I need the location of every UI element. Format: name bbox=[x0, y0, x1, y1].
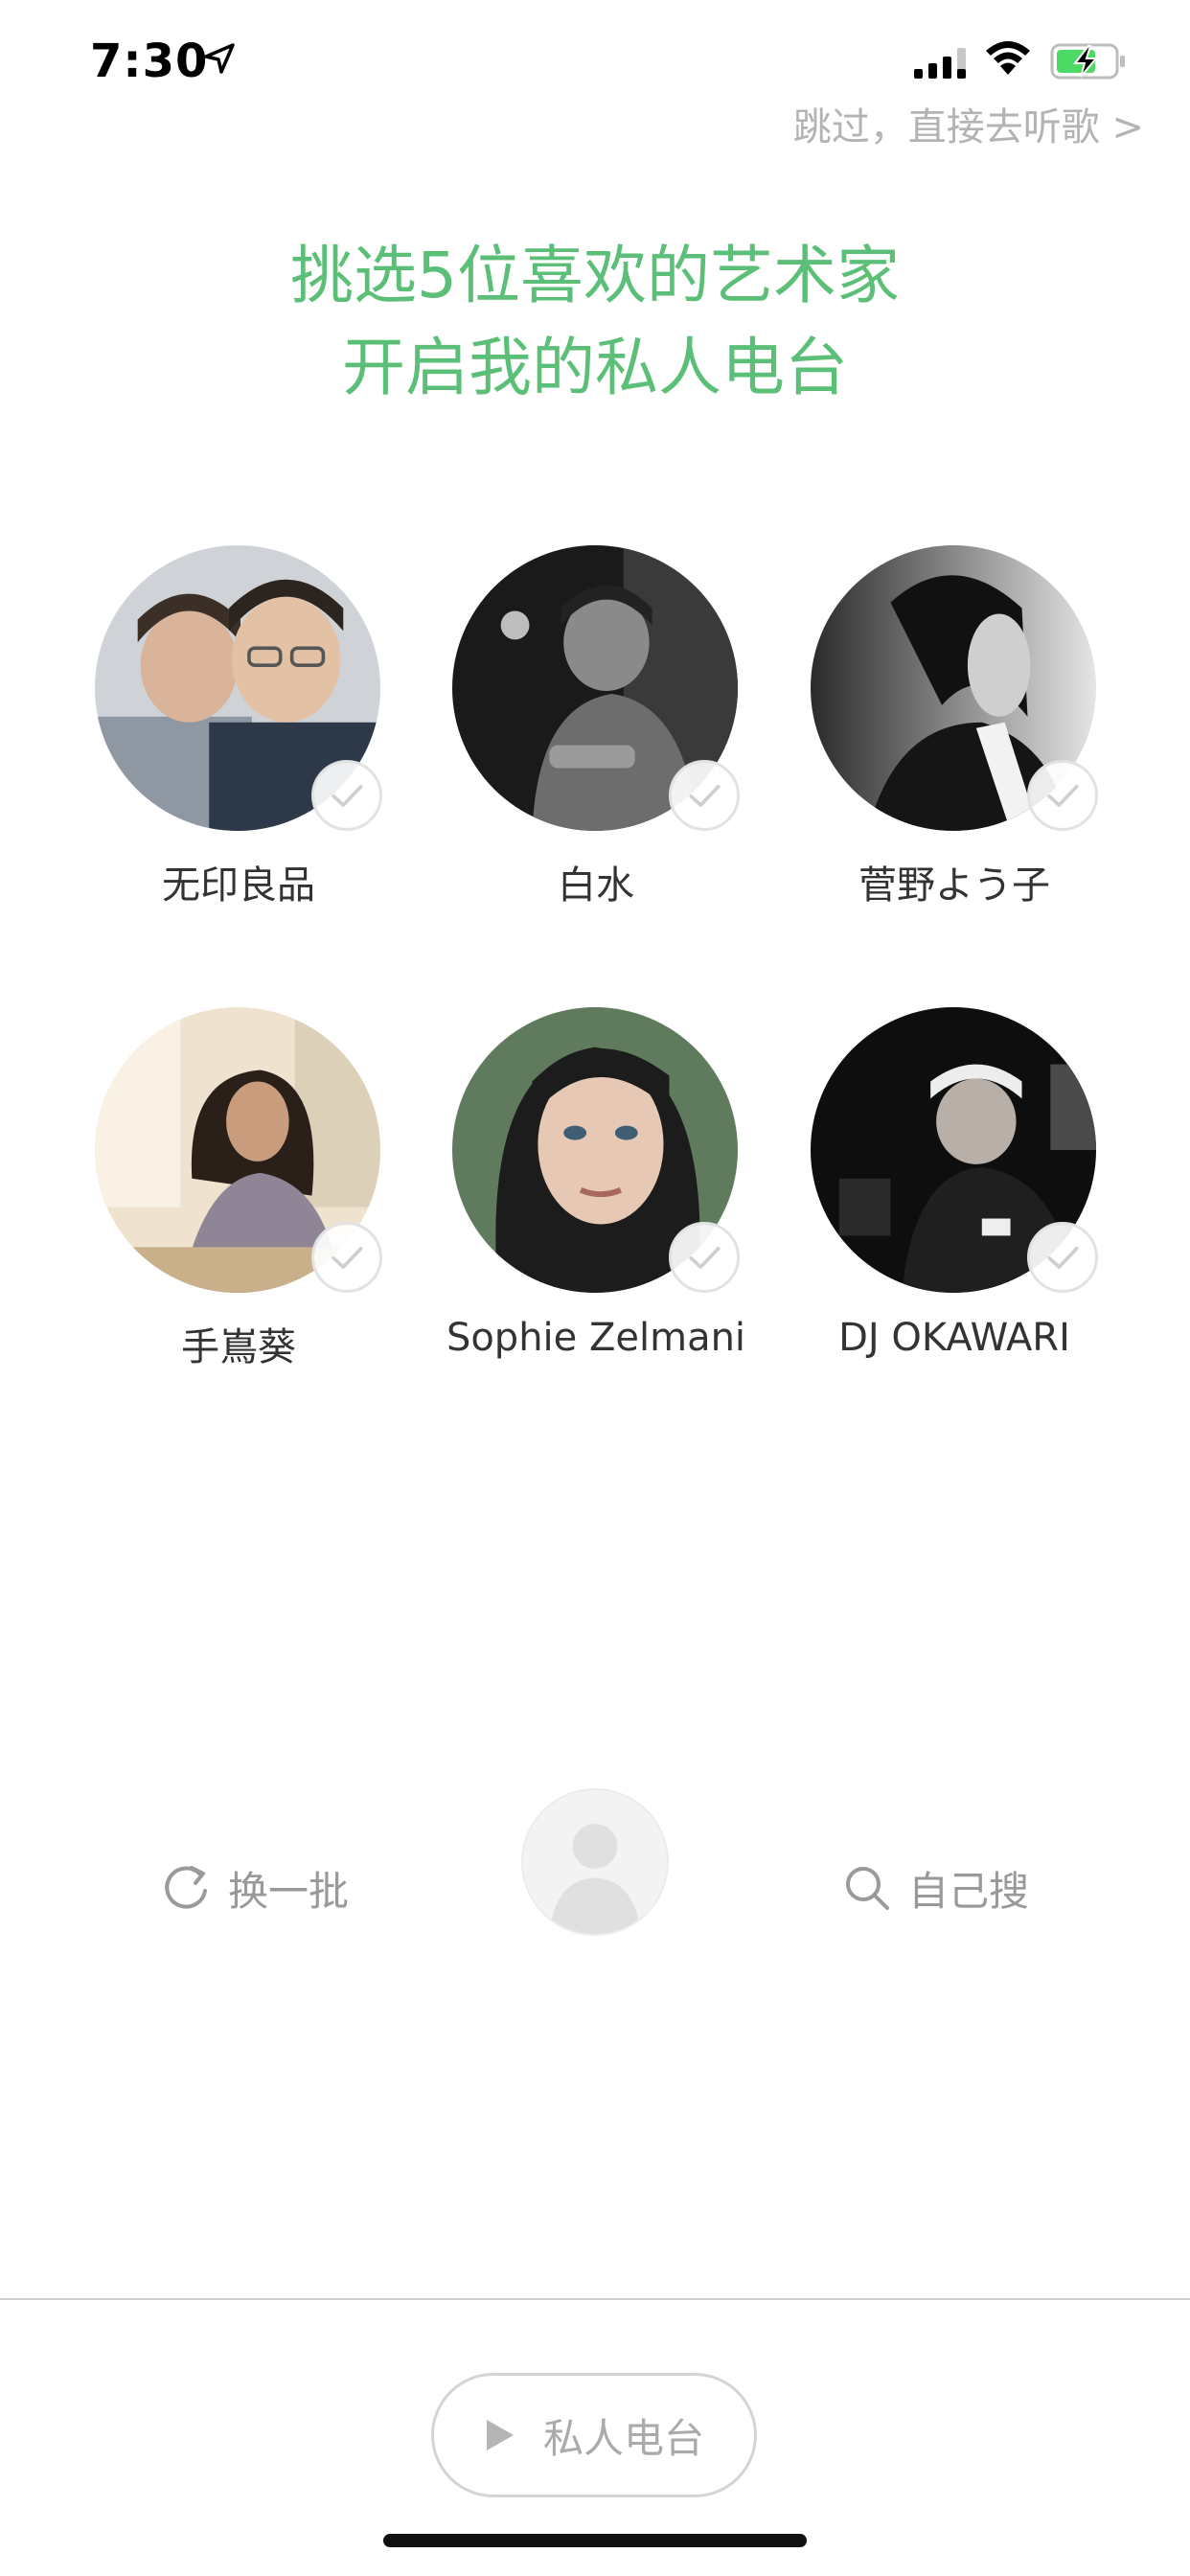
title-line-1: 挑选5位喜欢的艺术家 bbox=[290, 239, 900, 312]
skip-link[interactable]: 跳过，直接去听歌 > bbox=[793, 96, 1144, 151]
title-line-2: 开启我的私人电台 bbox=[342, 331, 848, 404]
user-avatar bbox=[521, 1788, 669, 1936]
play-icon bbox=[486, 2420, 514, 2450]
cellular-signal-icon bbox=[914, 48, 966, 79]
page-title: 挑选5位喜欢的艺术家 开启我的私人电台 bbox=[0, 230, 1190, 414]
refresh-button[interactable]: 换一批 bbox=[161, 1859, 349, 1917]
location-arrow-icon bbox=[204, 43, 235, 74]
select-check-icon[interactable] bbox=[1027, 1222, 1098, 1293]
bottom-divider bbox=[0, 2298, 1190, 2300]
search-icon bbox=[846, 1867, 889, 1910]
artist-card[interactable]: DJ OKAWARI bbox=[811, 1007, 1098, 1391]
select-check-icon[interactable] bbox=[311, 1222, 382, 1293]
artist-name: Sophie Zelmani bbox=[446, 1316, 746, 1360]
radio-button-label: 私人电台 bbox=[542, 2414, 704, 2462]
search-label: 自己搜 bbox=[908, 1867, 1030, 1915]
artist-name: 无印良品 bbox=[162, 863, 315, 908]
artist-card[interactable]: 菅野よう子 bbox=[811, 545, 1098, 929]
artist-card[interactable]: Sophie Zelmani bbox=[446, 1007, 745, 1391]
refresh-icon bbox=[165, 1866, 207, 1909]
select-check-icon[interactable] bbox=[669, 1222, 740, 1293]
artist-name: 白水 bbox=[558, 863, 634, 908]
status-time: 7:30 bbox=[90, 34, 209, 88]
artist-name: 菅野よう子 bbox=[858, 863, 1050, 908]
artist-card[interactable]: 白水 bbox=[452, 545, 740, 929]
wifi-icon bbox=[986, 41, 1030, 75]
select-check-icon[interactable] bbox=[311, 760, 382, 831]
select-check-icon[interactable] bbox=[669, 760, 740, 831]
battery-charging-icon bbox=[1050, 43, 1125, 80]
artist-name: DJ OKAWARI bbox=[838, 1316, 1070, 1360]
home-indicator bbox=[383, 2534, 807, 2547]
artist-card[interactable]: 手嶌葵 bbox=[95, 1007, 382, 1391]
select-check-icon[interactable] bbox=[1027, 760, 1098, 831]
artist-card[interactable]: 无印良品 bbox=[95, 545, 382, 929]
search-button[interactable]: 自己搜 bbox=[841, 1859, 1029, 1917]
refresh-label: 换一批 bbox=[228, 1867, 350, 1915]
artist-name: 手嶌葵 bbox=[181, 1325, 296, 1369]
private-radio-button[interactable]: 私人电台 bbox=[431, 2373, 757, 2497]
